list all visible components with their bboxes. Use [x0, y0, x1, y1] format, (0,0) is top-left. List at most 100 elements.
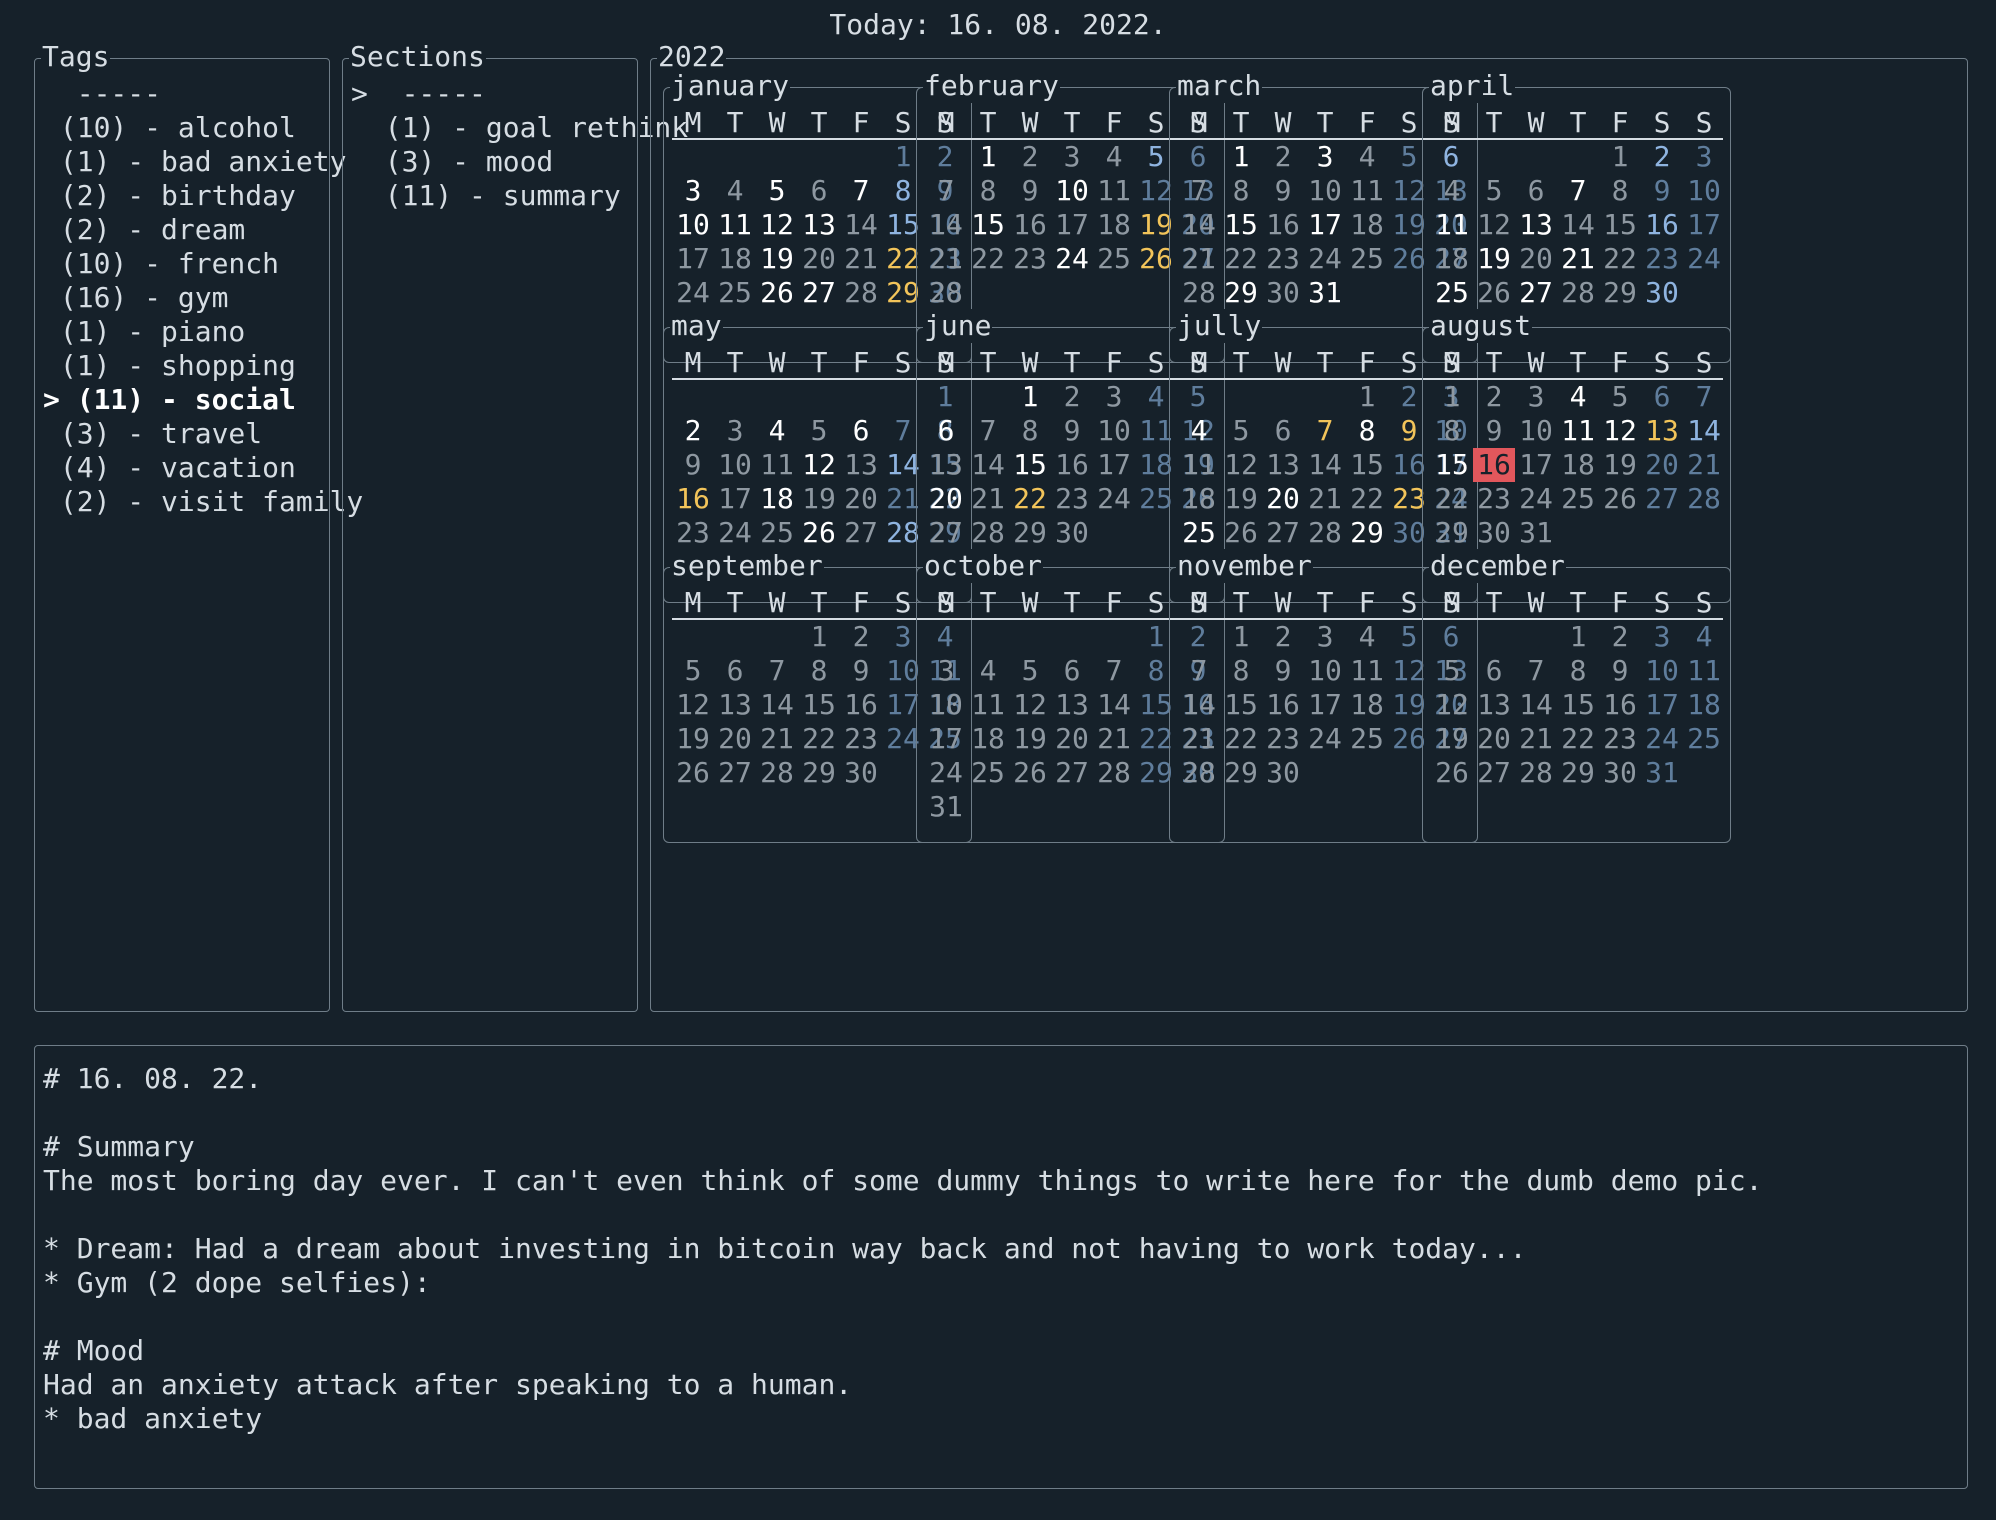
- day-cell[interactable]: 8: [798, 654, 840, 688]
- day-cell[interactable]: 11: [1346, 654, 1388, 688]
- day-cell[interactable]: 26: [1431, 756, 1473, 790]
- day-cell[interactable]: 7: [925, 174, 967, 208]
- day-cell[interactable]: 4: [1346, 620, 1388, 654]
- day-cell[interactable]: 15: [798, 688, 840, 722]
- day-cell[interactable]: 25: [1346, 722, 1388, 756]
- section-separator[interactable]: > -----: [351, 77, 688, 111]
- day-cell[interactable]: 4: [967, 654, 1009, 688]
- day-cell[interactable]: 21: [1178, 722, 1220, 756]
- day-cell[interactable]: 5: [798, 414, 840, 448]
- day-cell[interactable]: 29: [1346, 516, 1388, 550]
- day-cell[interactable]: 6: [1262, 414, 1304, 448]
- day-cell[interactable]: 4: [1683, 620, 1725, 654]
- day-cell[interactable]: 21: [1178, 242, 1220, 276]
- day-cell[interactable]: 25: [756, 516, 798, 550]
- day-cell[interactable]: 19: [756, 242, 798, 276]
- day-cell[interactable]: 26: [1220, 516, 1262, 550]
- day-cell[interactable]: 27: [1262, 516, 1304, 550]
- day-cell[interactable]: 20: [1473, 722, 1515, 756]
- day-cell[interactable]: 30: [1599, 756, 1641, 790]
- day-cell[interactable]: 9: [1262, 174, 1304, 208]
- day-cell[interactable]: 11: [714, 208, 756, 242]
- day-cell[interactable]: 4: [1093, 140, 1135, 174]
- day-cell[interactable]: 17: [1515, 448, 1557, 482]
- day-cell[interactable]: 26: [1009, 756, 1051, 790]
- day-cell[interactable]: 3: [714, 414, 756, 448]
- day-cell[interactable]: 5: [756, 174, 798, 208]
- day-cell[interactable]: 28: [925, 276, 967, 310]
- day-cell[interactable]: 19: [1431, 722, 1473, 756]
- day-cell[interactable]: 4: [1346, 140, 1388, 174]
- day-cell[interactable]: 9: [1009, 174, 1051, 208]
- day-cell[interactable]: 27: [840, 516, 882, 550]
- day-cell[interactable]: 8: [1220, 654, 1262, 688]
- day-cell[interactable]: 7: [840, 174, 882, 208]
- day-cell[interactable]: 24: [1683, 242, 1725, 276]
- day-cell[interactable]: 12: [1009, 688, 1051, 722]
- day-cell[interactable]: 29: [1220, 276, 1262, 310]
- day-cell[interactable]: 25: [967, 756, 1009, 790]
- day-cell[interactable]: 9: [1262, 654, 1304, 688]
- day-cell[interactable]: 8: [1557, 654, 1599, 688]
- day-cell[interactable]: 16: [1051, 448, 1093, 482]
- day-cell[interactable]: 8: [1009, 414, 1051, 448]
- day-cell[interactable]: 5: [1431, 654, 1473, 688]
- day-cell[interactable]: 10: [1304, 174, 1346, 208]
- day-cell[interactable]: 8: [1599, 174, 1641, 208]
- day-cell[interactable]: 30: [1262, 756, 1304, 790]
- day-cell[interactable]: 27: [714, 756, 756, 790]
- day-cell[interactable]: 15: [1599, 208, 1641, 242]
- day-cell[interactable]: 30: [1473, 516, 1515, 550]
- day-cell[interactable]: 20: [1641, 448, 1683, 482]
- day-cell[interactable]: 10: [1093, 414, 1135, 448]
- day-cell[interactable]: 7: [1178, 174, 1220, 208]
- day-cell[interactable]: 2: [1473, 380, 1515, 414]
- day-cell[interactable]: 19: [1220, 482, 1262, 516]
- day-cell[interactable]: 5: [1009, 654, 1051, 688]
- day-cell[interactable]: 6: [1473, 654, 1515, 688]
- day-cell[interactable]: 2: [1051, 380, 1093, 414]
- day-cell[interactable]: 24: [1641, 722, 1683, 756]
- day-cell[interactable]: 15: [1009, 448, 1051, 482]
- day-cell[interactable]: 17: [1304, 688, 1346, 722]
- day-cell[interactable]: 16: [672, 482, 714, 516]
- day-cell[interactable]: 7: [1557, 174, 1599, 208]
- day-cell[interactable]: 16: [1262, 208, 1304, 242]
- day-cell[interactable]: 23: [1599, 722, 1641, 756]
- day-cell[interactable]: 6: [840, 414, 882, 448]
- day-cell[interactable]: 1: [967, 140, 1009, 174]
- day-cell[interactable]: 2: [1641, 140, 1683, 174]
- day-cell[interactable]: 17: [925, 722, 967, 756]
- day-cell[interactable]: 19: [672, 722, 714, 756]
- day-cell[interactable]: 7: [1093, 654, 1135, 688]
- day-cell[interactable]: 4: [714, 174, 756, 208]
- tags-panel[interactable]: Tags ----- (10) - alcohol (1) - bad anxi…: [34, 40, 363, 1012]
- day-cell[interactable]: 18: [714, 242, 756, 276]
- day-cell[interactable]: 11: [967, 688, 1009, 722]
- day-cell[interactable]: 26: [798, 516, 840, 550]
- day-cell[interactable]: 9: [1473, 414, 1515, 448]
- day-cell[interactable]: 28: [1093, 756, 1135, 790]
- day-cell[interactable]: 29: [1431, 516, 1473, 550]
- day-cell[interactable]: 12: [1220, 448, 1262, 482]
- day-cell[interactable]: 3: [925, 654, 967, 688]
- day-cell[interactable]: 15: [1220, 688, 1262, 722]
- day-cell[interactable]: 30: [1051, 516, 1093, 550]
- day-cell[interactable]: 10: [1051, 174, 1093, 208]
- day-cell[interactable]: 24: [1304, 722, 1346, 756]
- day-cell[interactable]: 22: [1431, 482, 1473, 516]
- day-cell[interactable]: 10: [1515, 414, 1557, 448]
- day-cell[interactable]: 29: [798, 756, 840, 790]
- day-cell[interactable]: 21: [756, 722, 798, 756]
- day-cell[interactable]: 19: [798, 482, 840, 516]
- day-cell[interactable]: 4: [1178, 414, 1220, 448]
- day-cell[interactable]: 22: [967, 242, 1009, 276]
- day-cell[interactable]: 11: [1093, 174, 1135, 208]
- day-cell[interactable]: 18: [967, 722, 1009, 756]
- day-cell[interactable]: 15: [967, 208, 1009, 242]
- day-cell[interactable]: 27: [1473, 756, 1515, 790]
- day-cell[interactable]: 13: [1641, 414, 1683, 448]
- day-cell[interactable]: 2: [840, 620, 882, 654]
- tag-item[interactable]: (16) - gym: [43, 281, 363, 315]
- day-cell[interactable]: 3: [1051, 140, 1093, 174]
